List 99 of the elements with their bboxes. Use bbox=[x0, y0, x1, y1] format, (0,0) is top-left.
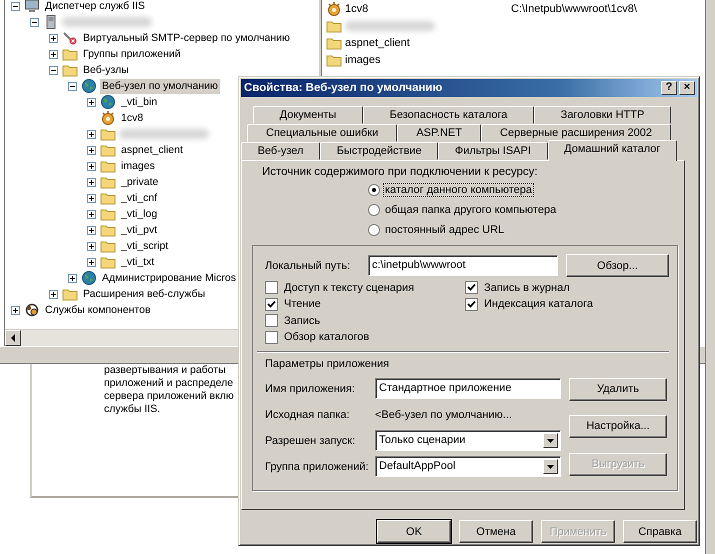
dropdown[interactable]: Только сценарии bbox=[375, 430, 561, 452]
tab[interactable]: Документы bbox=[253, 106, 363, 124]
checkbox-label: Индексация каталога bbox=[484, 298, 594, 310]
tree-item[interactable]: Расширения веб-службы bbox=[81, 286, 208, 302]
source-label: Источник содержимого при подключении к ресурсу: bbox=[262, 166, 539, 178]
expand-icon[interactable] bbox=[87, 98, 96, 106]
expand-icon[interactable] bbox=[87, 226, 96, 234]
expand-icon[interactable] bbox=[68, 274, 77, 282]
expand-icon[interactable] bbox=[87, 258, 96, 266]
expand-icon[interactable] bbox=[87, 178, 96, 186]
tab[interactable]: Веб-узел bbox=[241, 142, 320, 160]
tab[interactable]: Быстродействие bbox=[320, 142, 438, 160]
checkbox-label: Обзор каталогов bbox=[284, 331, 370, 344]
input-field[interactable]: Стандартное приложение bbox=[375, 378, 561, 400]
checkbox[interactable] bbox=[265, 314, 278, 328]
collapse-icon[interactable] bbox=[49, 66, 58, 74]
tree-item[interactable]: _vti_txt bbox=[119, 254, 156, 270]
expand-icon[interactable] bbox=[49, 50, 58, 58]
browse-button[interactable]: Обзор... bbox=[566, 254, 669, 278]
radio-button[interactable] bbox=[368, 204, 380, 216]
tree-item[interactable]: _vti_pvt bbox=[119, 222, 160, 238]
tree-item[interactable]: Диспетчер служб IIS bbox=[43, 0, 147, 14]
app-button[interactable]: Удалить bbox=[569, 378, 667, 401]
checkbox[interactable] bbox=[465, 281, 478, 294]
expand-icon[interactable] bbox=[87, 146, 96, 154]
list-item[interactable]: 1cv8 bbox=[345, 2, 511, 14]
local-path-field[interactable]: c:\inetpub\wwwroot bbox=[368, 255, 558, 276]
dialog-button[interactable]: Справка bbox=[623, 520, 697, 543]
tab[interactable]: Заголовки HTTP bbox=[534, 106, 671, 124]
tree-item[interactable]: aspnet_client bbox=[119, 142, 185, 158]
dialog-button[interactable]: Отмена bbox=[459, 520, 533, 543]
tab[interactable]: Специальные ошибки bbox=[247, 124, 398, 142]
tab[interactable]: Фильтры ISAPI bbox=[438, 142, 548, 160]
tree-item[interactable]: 1cv8 bbox=[119, 110, 146, 126]
checkbox-label: Запись в журнал bbox=[484, 282, 570, 294]
tab[interactable]: Домашний каталог bbox=[548, 140, 677, 161]
dialog-button[interactable]: OK bbox=[377, 520, 451, 543]
scroll-left-icon[interactable] bbox=[5, 330, 21, 346]
tree-item[interactable]: images bbox=[119, 158, 157, 174]
checkbox-label: Чтение bbox=[284, 298, 321, 310]
expand-icon[interactable] bbox=[49, 290, 58, 298]
wand-icon bbox=[62, 30, 78, 46]
tab[interactable]: Безопасность каталога bbox=[363, 106, 534, 124]
gear-icon bbox=[100, 110, 116, 126]
computer-icon bbox=[24, 0, 40, 14]
local-path-label: Локальный путь: bbox=[265, 260, 352, 272]
tree-item[interactable]: _vti_log bbox=[119, 206, 160, 222]
section-heading: Параметры приложения bbox=[265, 358, 390, 370]
globe-icon bbox=[100, 94, 116, 110]
field-label: Группа приложений: bbox=[265, 460, 370, 473]
tree-item[interactable]: Группы приложений bbox=[81, 46, 183, 62]
collapse-icon[interactable] bbox=[68, 82, 77, 90]
help-button[interactable]: ? bbox=[661, 80, 677, 95]
description-text: развертывания и работы приложений и распределе сервера приложений вклю службы IIS. bbox=[104, 364, 235, 416]
list-item[interactable]: aspnet_client bbox=[345, 36, 511, 48]
checkbox[interactable] bbox=[465, 298, 478, 311]
tab[interactable]: ASP.NET bbox=[397, 124, 482, 142]
tree-item[interactable]: Веб-узел по умолчанию bbox=[100, 78, 220, 94]
gear-icon bbox=[326, 0, 342, 16]
components-icon bbox=[24, 302, 40, 318]
collapse-icon[interactable] bbox=[11, 2, 20, 10]
radio-label: общая папка другого компьютера bbox=[384, 204, 558, 216]
checkbox-label: Доступ к тексту сценария bbox=[284, 282, 414, 294]
list-item[interactable]: images bbox=[345, 54, 511, 66]
field-label: Имя приложения: bbox=[265, 382, 356, 395]
field-label: Исходная папка: bbox=[265, 408, 351, 421]
dialog-title: Свойства: Веб-узел по умолчанию bbox=[244, 82, 442, 94]
tree-item[interactable]: Администрирование Micros bbox=[100, 270, 238, 286]
radio-label: каталог данного компьютера bbox=[384, 184, 534, 196]
expand-icon[interactable] bbox=[87, 242, 96, 250]
expand-icon[interactable] bbox=[87, 194, 96, 202]
globe-icon bbox=[81, 78, 97, 94]
tree-item[interactable]: _vti_script bbox=[119, 238, 170, 254]
close-button[interactable]: × bbox=[679, 80, 695, 95]
collapse-icon[interactable] bbox=[30, 18, 39, 26]
app-button[interactable]: Настройка... bbox=[569, 414, 667, 438]
dropdown[interactable]: DefaultAppPool bbox=[375, 456, 561, 478]
radio-button[interactable] bbox=[368, 184, 380, 196]
radio-label: постоянный адрес URL bbox=[384, 224, 506, 236]
tree-item[interactable]: _vti_cnf bbox=[119, 190, 160, 206]
path-text: C:\Inetpub\wwwroot\1cv8\ bbox=[511, 2, 637, 14]
checkbox[interactable] bbox=[265, 298, 278, 311]
tree-item[interactable]: _private bbox=[119, 174, 160, 190]
field-value: <Веб-узел по умолчанию... bbox=[375, 408, 513, 421]
tree-item[interactable]: Виртуальный SMTP-сервер по умолчанию bbox=[81, 30, 292, 46]
expand-icon[interactable] bbox=[11, 306, 20, 314]
tree-item[interactable]: Службы компонентов bbox=[43, 302, 153, 318]
tree-item[interactable]: _vti_bin bbox=[119, 94, 160, 110]
tree-item[interactable]: Веб-узлы bbox=[81, 62, 131, 78]
expand-icon[interactable] bbox=[87, 210, 96, 218]
checkbox[interactable] bbox=[265, 330, 278, 344]
expand-icon[interactable] bbox=[87, 130, 96, 138]
field-label: Разрешен запуск: bbox=[265, 434, 356, 447]
checkbox-label: Запись bbox=[284, 314, 320, 327]
globe-icon bbox=[81, 270, 97, 286]
radio-button[interactable] bbox=[368, 224, 380, 236]
expand-icon[interactable] bbox=[49, 34, 58, 42]
checkbox[interactable] bbox=[265, 281, 278, 294]
expand-icon[interactable] bbox=[87, 162, 96, 170]
